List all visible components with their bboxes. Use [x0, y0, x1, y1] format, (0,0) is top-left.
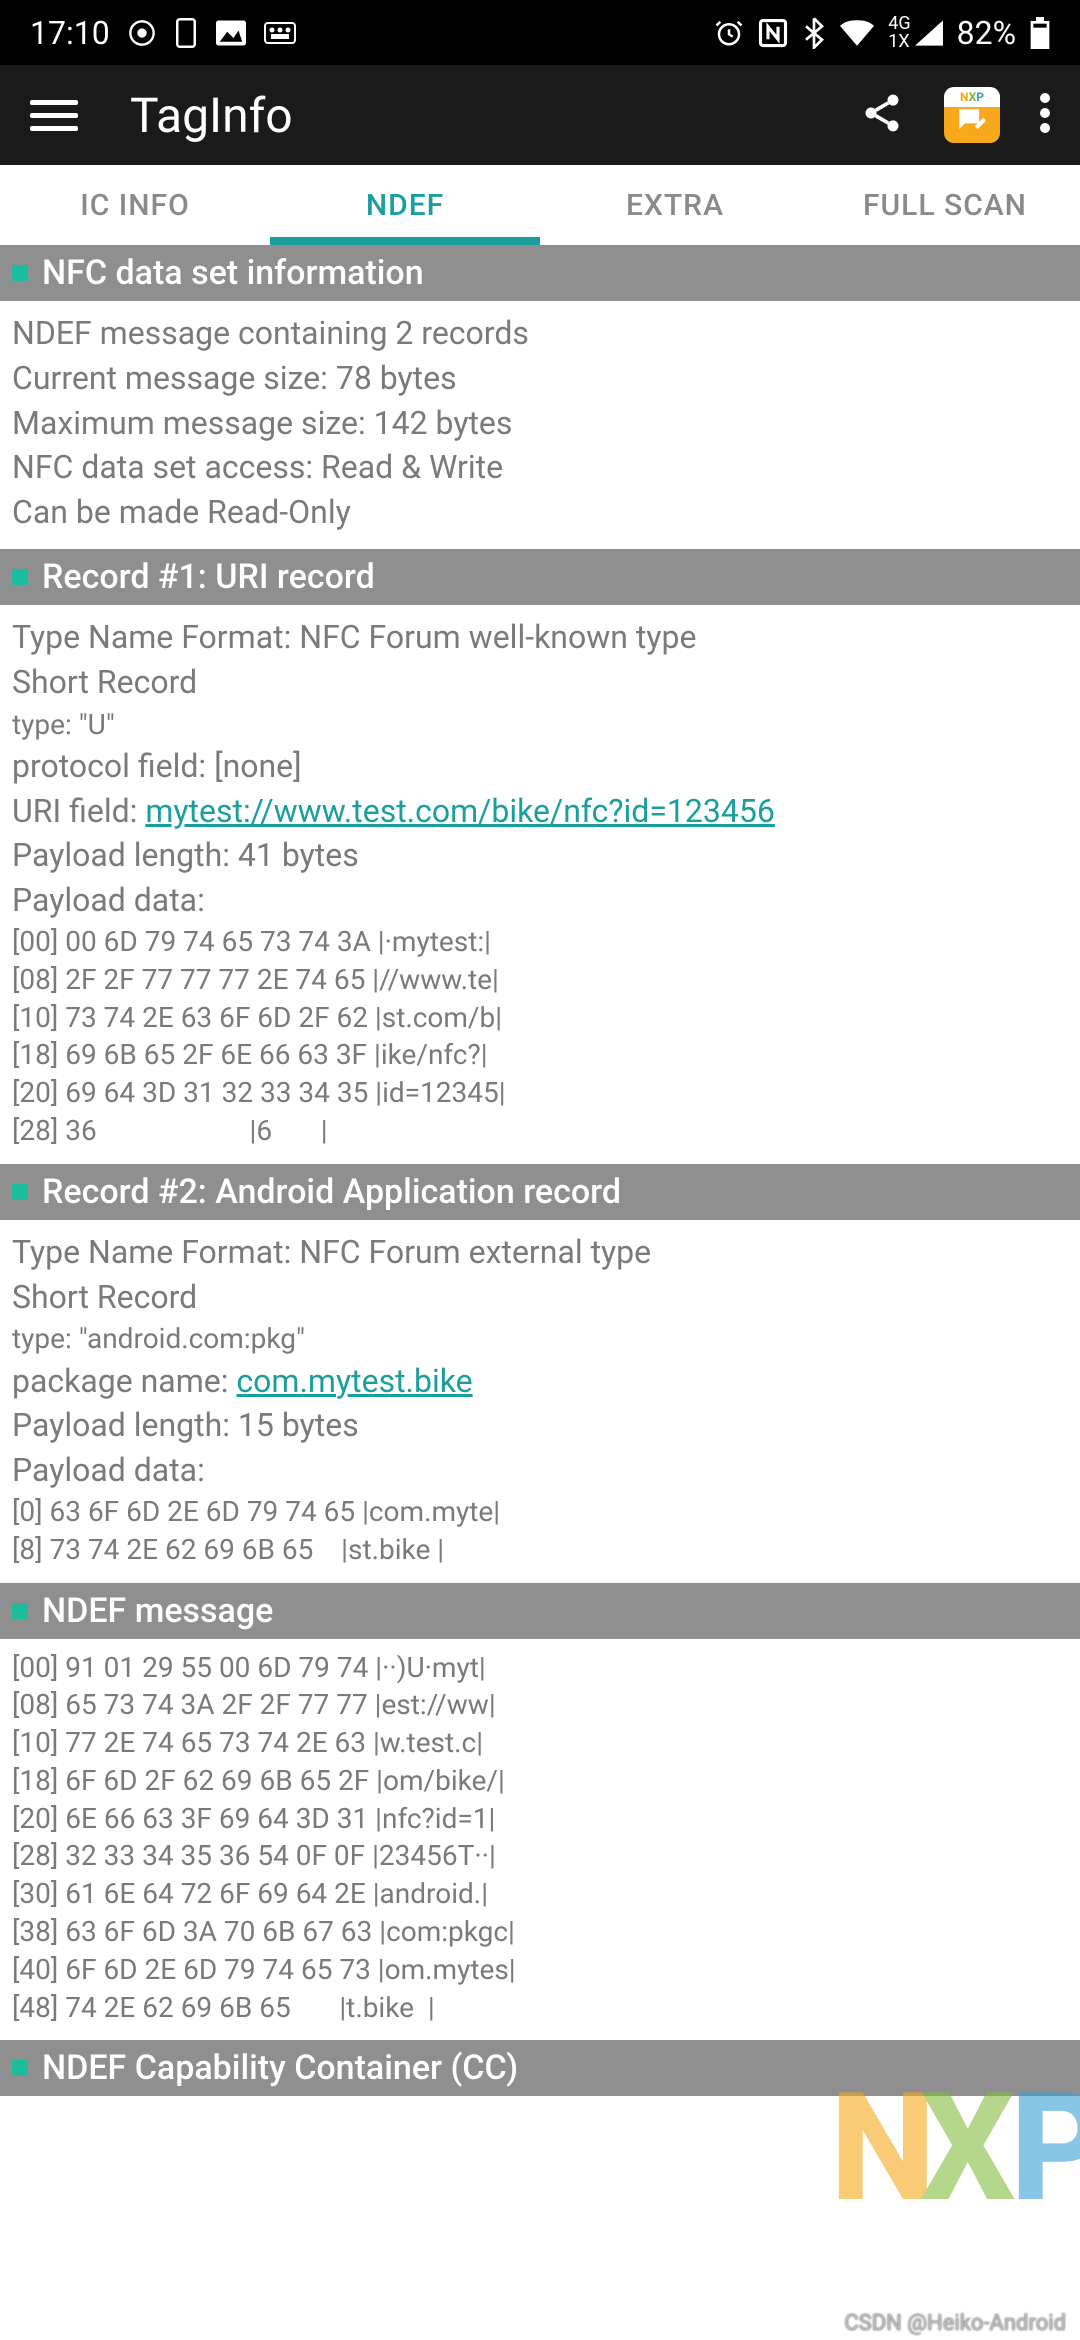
- hex-dump-line: [20] 6E 66 63 3F 69 64 3D 31 |nfc?id=1|: [12, 1800, 1068, 1838]
- tab-full-scan[interactable]: FULL SCAN: [810, 165, 1080, 245]
- hex-dump-line: [00] 00 6D 79 74 65 73 74 3A |·mytest:|: [12, 923, 1068, 961]
- music-icon: [128, 19, 156, 47]
- uri-label: URI field:: [12, 792, 145, 830]
- hex-dump-line: [20] 69 64 3D 31 32 33 34 35 |id=12345|: [12, 1074, 1068, 1112]
- info-line: Can be made Read-Only: [12, 490, 1068, 535]
- nfc-icon: [758, 18, 788, 48]
- package-label: package name:: [12, 1362, 236, 1400]
- hex-dump-line: [10] 73 74 2E 63 6F 6D 2F 62 |st.com/b|: [12, 999, 1068, 1037]
- package-link[interactable]: com.mytest.bike: [236, 1362, 472, 1400]
- payload-data-label: Payload data:: [12, 1448, 1068, 1493]
- section-content-record2: Type Name Format: NFC Forum external typ…: [0, 1220, 1080, 1583]
- hex-dump-line: [38] 63 6F 6D 3A 70 6B 67 63 |com:pkgc|: [12, 1913, 1068, 1951]
- uri-line: URI field: mytest://www.test.com/bike/nf…: [12, 789, 1068, 834]
- bullet-icon: [12, 569, 28, 585]
- hex-dump-line: [28] 32 33 34 35 36 54 0F 0F |23456T··|: [12, 1837, 1068, 1875]
- payload-length-line: Payload length: 15 bytes: [12, 1403, 1068, 1448]
- hex-dump-line: [00] 91 01 29 55 00 6D 79 74 |··)U·myt|: [12, 1649, 1068, 1687]
- section-content-record1: Type Name Format: NFC Forum well-known t…: [0, 605, 1080, 1164]
- picture-icon: [216, 20, 246, 46]
- tab-label: NDEF: [366, 188, 444, 223]
- hex-dump-line: [30] 61 6E 64 72 6F 69 64 2E |android.|: [12, 1875, 1068, 1913]
- app-bar: TagInfo NXP: [0, 65, 1080, 165]
- tabs: IC INFO NDEF EXTRA FULL SCAN: [0, 165, 1080, 245]
- bluetooth-icon: [802, 17, 826, 49]
- bullet-icon: [12, 1184, 28, 1200]
- csdn-watermark: CSDN @Heiko-Android: [844, 2311, 1066, 2336]
- keyboard-icon: [264, 22, 296, 44]
- battery-icon: [1030, 17, 1050, 49]
- bullet-icon: [12, 265, 28, 281]
- status-right: 4G1X 82%: [714, 14, 1050, 52]
- section-header-cc: NDEF Capability Container (CC): [0, 2040, 1080, 2096]
- section-title: Record #1: URI record: [42, 557, 375, 597]
- section-content-ndef-message: [00] 91 01 29 55 00 6D 79 74 |··)U·myt| …: [0, 1639, 1080, 2041]
- short-record-line: Short Record: [12, 660, 1068, 705]
- info-line: Current message size: 78 bytes: [12, 356, 1068, 401]
- payload-length-line: Payload length: 41 bytes: [12, 833, 1068, 878]
- hex-dump-line: [28] 36 |6 |: [12, 1112, 1068, 1150]
- info-line: NFC data set access: Read & Write: [12, 445, 1068, 490]
- hex-dump-line: [08] 2F 2F 77 77 77 2E 74 65 |//www.te|: [12, 961, 1068, 999]
- wifi-icon: [840, 19, 874, 47]
- nxp-tagwriter-icon[interactable]: NXP: [944, 87, 1000, 143]
- tab-extra[interactable]: EXTRA: [540, 165, 810, 245]
- section-header-record1: Record #1: URI record: [0, 549, 1080, 605]
- payload-data-label: Payload data:: [12, 878, 1068, 923]
- tab-label: EXTRA: [626, 188, 724, 223]
- hex-dump-line: [08] 65 73 74 3A 2F 2F 77 77 |est://ww|: [12, 1686, 1068, 1724]
- hex-dump-line: [48] 74 2E 62 69 6B 65 |t.bike |: [12, 1989, 1068, 2027]
- tab-ic-info[interactable]: IC INFO: [0, 165, 270, 245]
- hex-dump-line: [10] 77 2E 74 65 73 74 2E 63 |w.test.c|: [12, 1724, 1068, 1762]
- phone-lock-icon: [174, 18, 198, 48]
- alarm-icon: [714, 18, 744, 48]
- status-left: 17:10: [30, 14, 296, 52]
- bullet-icon: [12, 1603, 28, 1619]
- hex-dump-line: [18] 69 6B 65 2F 6E 66 63 3F |ike/nfc?|: [12, 1036, 1068, 1074]
- info-line: Maximum message size: 142 bytes: [12, 401, 1068, 446]
- tab-label: IC INFO: [80, 188, 190, 223]
- section-header-ndef-message: NDEF message: [0, 1583, 1080, 1639]
- tab-ndef[interactable]: NDEF: [270, 165, 540, 245]
- info-line: NDEF message containing 2 records: [12, 311, 1068, 356]
- hex-dump-line: [40] 6F 6D 2E 6D 79 74 65 73 |om.mytes|: [12, 1951, 1068, 1989]
- hex-dump-line: [18] 6F 6D 2F 62 69 6B 65 2F |om/bike/|: [12, 1762, 1068, 1800]
- type-line: type: "android.com:pkg": [12, 1319, 1068, 1358]
- section-title: Record #2: Android Application record: [42, 1172, 621, 1212]
- tnf-line: Type Name Format: NFC Forum external typ…: [12, 1230, 1068, 1275]
- section-title: NDEF Capability Container (CC): [42, 2048, 518, 2088]
- hex-dump-line: [0] 63 6F 6D 2E 6D 79 74 65 |com.myte|: [12, 1493, 1068, 1531]
- menu-icon[interactable]: [30, 100, 90, 131]
- tab-label: FULL SCAN: [863, 188, 1027, 223]
- share-icon[interactable]: [860, 91, 904, 139]
- protocol-line: protocol field: [none]: [12, 744, 1068, 789]
- short-record-line: Short Record: [12, 1275, 1068, 1320]
- tnf-line: Type Name Format: NFC Forum well-known t…: [12, 615, 1068, 660]
- battery-percent: 82%: [957, 14, 1016, 52]
- overflow-menu-icon[interactable]: [1040, 93, 1050, 137]
- hex-dump-line: [8] 73 74 2E 62 69 6B 65 |st.bike |: [12, 1531, 1068, 1569]
- status-bar: 17:10 4G1X 82%: [0, 0, 1080, 65]
- package-line: package name: com.mytest.bike: [12, 1359, 1068, 1404]
- uri-link[interactable]: mytest://www.test.com/bike/nfc?id=123456: [145, 792, 774, 830]
- section-title: NFC data set information: [42, 253, 424, 293]
- section-header-info: NFC data set information: [0, 245, 1080, 301]
- signal-icon: 4G1X: [888, 15, 942, 51]
- section-header-record2: Record #2: Android Application record: [0, 1164, 1080, 1220]
- app-title: TagInfo: [130, 87, 860, 144]
- type-line: type: "U": [12, 705, 1068, 744]
- section-title: NDEF message: [42, 1591, 273, 1631]
- section-content-info: NDEF message containing 2 records Curren…: [0, 301, 1080, 549]
- bullet-icon: [12, 2060, 28, 2076]
- status-time: 17:10: [30, 14, 110, 52]
